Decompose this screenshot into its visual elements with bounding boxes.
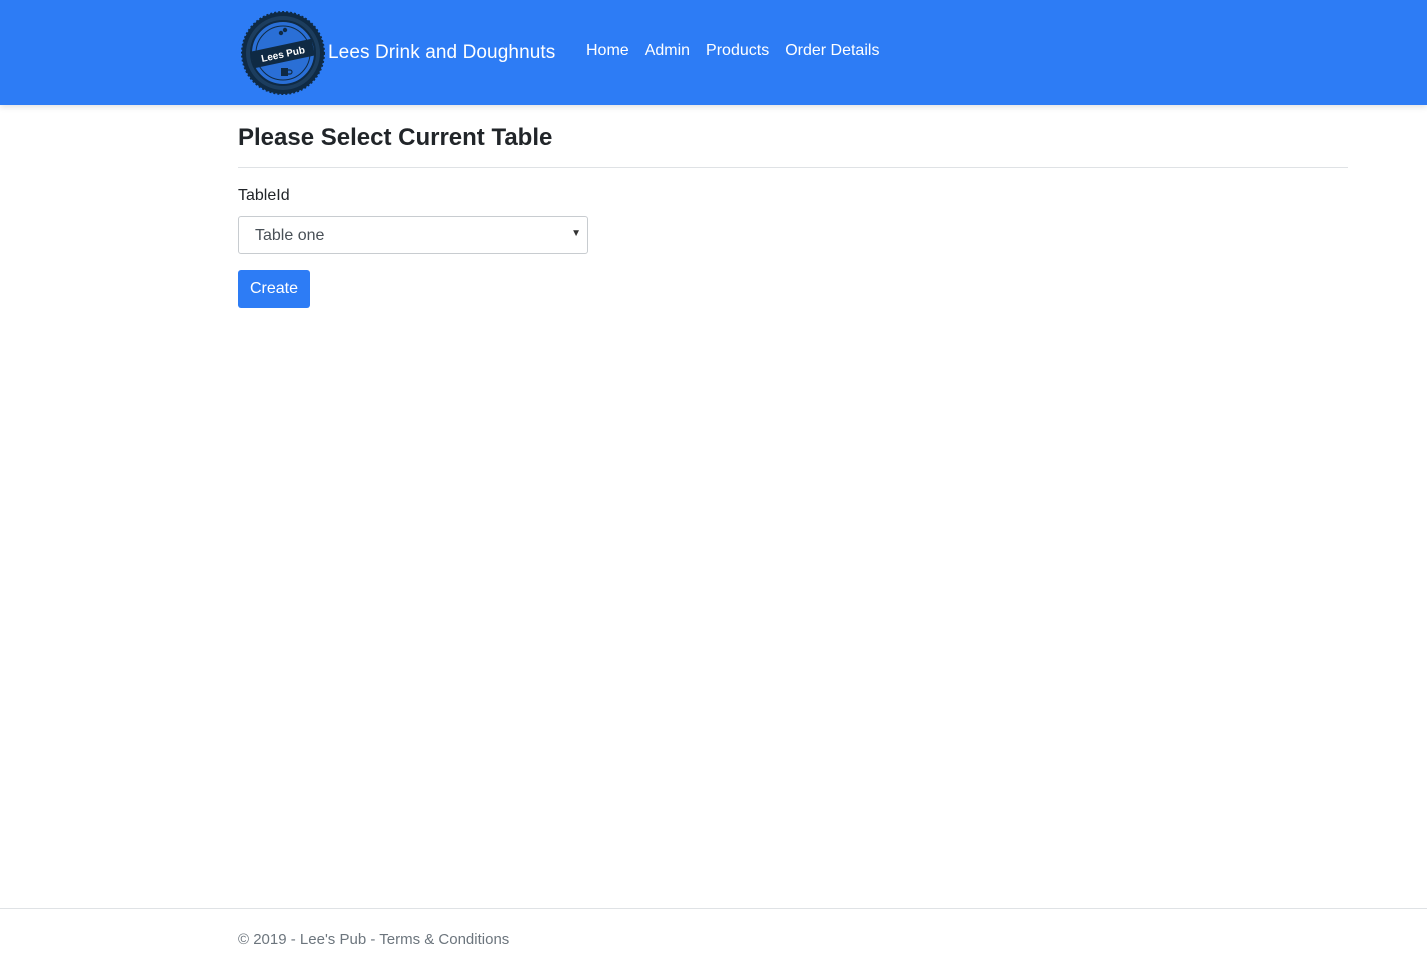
pub-logo: Lees Pub (241, 11, 325, 95)
terms-link[interactable]: Terms & Conditions (379, 931, 509, 948)
footer-copyright: © 2019 - Lee's Pub - (238, 931, 380, 948)
navbar: Lees Pub Lees Drink and Doughnuts Home A… (0, 0, 1427, 105)
nav-products[interactable]: Products (706, 42, 769, 60)
table-id-select[interactable]: Table one ▼ (238, 216, 588, 254)
page-title: Please Select Current Table (238, 124, 553, 151)
nav-home[interactable]: Home (586, 42, 629, 60)
brand-title: Lees Drink and Doughnuts (328, 42, 556, 63)
footer: © 2019 - Lee's Pub - Terms & Conditions (0, 908, 1427, 969)
main-nav: Home Admin Products Order Details (586, 42, 895, 60)
chevron-down-icon: ▼ (571, 228, 581, 239)
table-id-selected-value: Table one (255, 227, 325, 244)
title-divider (238, 167, 1348, 168)
table-id-label: TableId (238, 187, 290, 204)
brand-link[interactable]: Lees Pub Lees Drink and Doughnuts (241, 11, 555, 95)
nav-admin[interactable]: Admin (645, 42, 690, 60)
footer-text: © 2019 - Lee's Pub - Terms & Conditions (238, 931, 509, 948)
nav-order-details[interactable]: Order Details (785, 42, 879, 60)
create-button[interactable]: Create (238, 270, 310, 308)
